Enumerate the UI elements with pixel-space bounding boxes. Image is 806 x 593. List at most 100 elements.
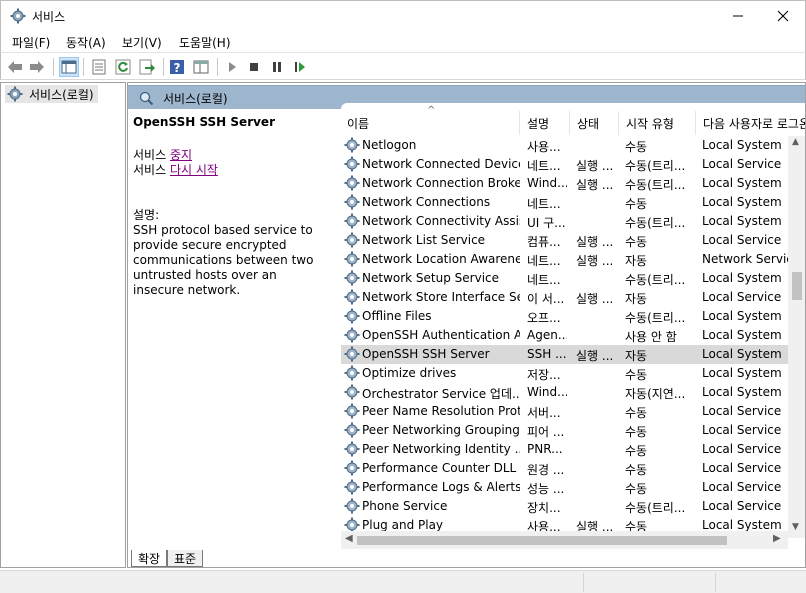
service-log-on-as: Local System	[702, 195, 782, 209]
table-row[interactable]: Network Connected Device... 네트... 실행 ... 수동…	[341, 155, 788, 174]
table-row[interactable]: Performance Logs & Alerts 성능 ... 수동 Local S…	[341, 478, 788, 497]
back-button[interactable]	[5, 57, 25, 77]
service-name: Network Setup Service	[362, 271, 500, 285]
table-row[interactable]: Optimize drives 저장... 수동 Local System	[341, 364, 788, 383]
table-row[interactable]: Netlogon 사용... 수동 Local System	[341, 136, 788, 155]
stop-service-button[interactable]	[244, 57, 264, 77]
export-icon	[139, 59, 155, 75]
service-description-cell: 네트...	[527, 159, 561, 173]
stop-service-icon	[250, 63, 258, 71]
service-log-on-as: Local Service	[702, 442, 782, 456]
tab-standard[interactable]: 표준	[167, 550, 204, 567]
tree-item-services-local[interactable]: 서비스(로컬)	[5, 85, 98, 103]
service-name: Performance Logs & Alerts	[362, 480, 520, 494]
service-description-cell: 컴퓨...	[527, 235, 561, 249]
service-startup-type: 수동	[625, 444, 648, 458]
service-description-cell: 저장...	[527, 368, 561, 382]
menu-file[interactable]: 파일(F)	[12, 34, 50, 51]
service-description-cell: Wind...	[527, 385, 567, 399]
service-startup-type: 수동(트리...	[625, 178, 686, 192]
view-tabs: 확장 표준	[127, 548, 427, 568]
menu-help[interactable]: 도움말(H)	[179, 34, 231, 51]
show-console-tree-button[interactable]	[59, 57, 79, 77]
properties-button[interactable]	[89, 57, 109, 77]
restart-service-button[interactable]	[290, 57, 310, 77]
table-row[interactable]: OpenSSH SSH Server SSH ... 실행 ... 자동 Local S…	[341, 345, 788, 364]
service-log-on-as: Local Service	[702, 461, 782, 475]
export-list-button[interactable]	[137, 57, 157, 77]
table-row[interactable]: Peer Networking Grouping 피어 ... 수동 Local Se…	[341, 421, 788, 440]
column-header-name[interactable]: 이름	[341, 111, 520, 135]
service-description-cell: 성능 ...	[527, 482, 565, 496]
service-status: 실행 ...	[576, 178, 614, 192]
vertical-scroll-thumb[interactable]	[792, 272, 802, 300]
service-startup-type: 자동	[625, 349, 648, 363]
service-name: Peer Networking Identity ...	[362, 442, 520, 456]
table-row[interactable]: Peer Name Resolution Prot... 서버... 수동 Local…	[341, 402, 788, 421]
console-tree-icon	[61, 60, 77, 74]
table-row[interactable]: Network Connections 네트... 수동 Local System	[341, 193, 788, 212]
service-name: Offline Files	[362, 309, 432, 323]
service-startup-type: 수동(트리...	[625, 159, 686, 173]
scroll-left-icon[interactable]: ◀	[345, 533, 353, 544]
refresh-button[interactable]	[113, 57, 133, 77]
selected-service-name: OpenSSH SSH Server	[133, 115, 275, 129]
service-description-cell: 장치...	[527, 501, 561, 515]
table-row[interactable]: Phone Service 장치... 수동(트리... Local Service	[341, 497, 788, 516]
close-button[interactable]	[760, 1, 806, 31]
service-startup-type: 수동	[625, 406, 648, 420]
table-row[interactable]: OpenSSH Authentication A... Agen... 사용 안 함…	[341, 326, 788, 345]
start-service-button[interactable]	[222, 57, 242, 77]
gear-icon	[7, 86, 23, 102]
column-header-startup-type[interactable]: 시작 유형	[620, 111, 696, 135]
toolbar: ?	[0, 52, 806, 80]
details-view-button[interactable]	[191, 57, 211, 77]
service-startup-type: 수동(트리...	[625, 311, 686, 325]
restart-service-link[interactable]: 다시 시작	[170, 163, 218, 177]
horizontal-scroll-thumb[interactable]	[357, 536, 727, 545]
table-row[interactable]: Network Store Interface Se... 이 서... 실행 ..…	[341, 288, 788, 307]
table-row[interactable]: Peer Networking Identity ... PNR... 수동 Loca…	[341, 440, 788, 459]
help-button[interactable]: ?	[167, 57, 187, 77]
service-name: Optimize drives	[362, 366, 457, 380]
service-gear-icon	[344, 232, 360, 248]
table-row[interactable]: Network Connectivity Assis... UI 구... 수동(트…	[341, 212, 788, 231]
horizontal-scrollbar[interactable]: ◀ ▶	[341, 531, 788, 549]
tab-extended[interactable]: 확장	[131, 550, 168, 567]
column-header-description[interactable]: 설명	[521, 111, 570, 135]
service-name: Network Connectivity Assis...	[362, 214, 520, 228]
vertical-scrollbar[interactable]: ▲ ▼	[788, 136, 805, 538]
table-row[interactable]: Network Setup Service 네트... 수동(트리... Local …	[341, 269, 788, 288]
service-startup-type: 수동	[625, 425, 648, 439]
scroll-down-icon[interactable]: ▼	[792, 522, 799, 532]
service-log-on-as: Local Service	[702, 233, 782, 247]
forward-button[interactable]	[27, 57, 47, 77]
table-row[interactable]: Network Location Awareness 네트... 실행 ... 자동 N…	[341, 250, 788, 269]
table-row[interactable]: Network List Service 컴퓨... 실행 ... 수동 Local S…	[341, 231, 788, 250]
service-name: Network Connections	[362, 195, 491, 209]
menu-view[interactable]: 보기(V)	[122, 34, 162, 51]
menu-action[interactable]: 동작(A)	[66, 34, 106, 51]
table-row[interactable]: Network Connection Broker Wind... 실행 ... 수동…	[341, 174, 788, 193]
table-row[interactable]: Performance Counter DLL ... 원경 ... 수동 Local…	[341, 459, 788, 478]
pause-service-button[interactable]	[267, 57, 287, 77]
service-startup-type: 수동(트리...	[625, 216, 686, 230]
service-name: Phone Service	[362, 499, 448, 513]
stop-service-link[interactable]: 중지	[170, 148, 192, 162]
column-header-log-on-as[interactable]: 다음 사용자로 로그온	[697, 111, 805, 135]
table-row[interactable]: Orchestrator Service 업데... Wind... 자동(지연..…	[341, 383, 788, 402]
service-log-on-as: Local Service	[702, 290, 782, 304]
maximize-button[interactable]	[714, 1, 760, 31]
svg-text:?: ?	[174, 61, 181, 75]
column-header-status[interactable]: 상태	[571, 111, 619, 135]
service-description-cell: 오프...	[527, 311, 561, 325]
service-gear-icon	[344, 346, 360, 362]
service-status: 실행 ...	[576, 254, 614, 268]
scroll-right-icon[interactable]: ▶	[773, 533, 781, 544]
service-log-on-as: Local Service	[702, 423, 782, 437]
service-name: Network Location Awareness	[362, 252, 520, 266]
menu-bar: 파일(F) 동작(A) 보기(V) 도움말(H)	[0, 30, 806, 52]
scroll-up-icon[interactable]: ▲	[792, 137, 799, 147]
table-row[interactable]: Offline Files 오프... 수동(트리... Local System	[341, 307, 788, 326]
service-description-cell: 네트...	[527, 197, 561, 211]
